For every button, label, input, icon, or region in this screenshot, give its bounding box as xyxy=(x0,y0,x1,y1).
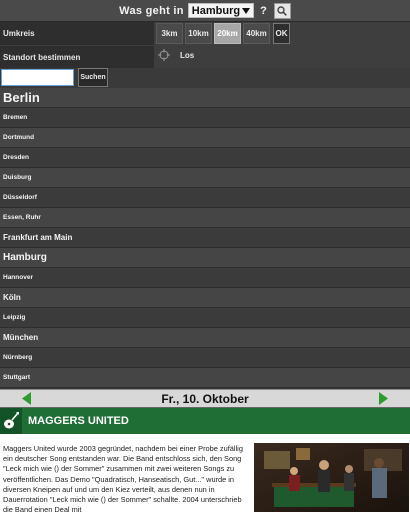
event-photo xyxy=(254,443,409,512)
event-header[interactable]: MAGGERS UNITED xyxy=(0,408,410,434)
radius-buttons: 3km 10km 20km 40km OK xyxy=(156,23,290,44)
city-dropdown[interactable]: Hamburg xyxy=(187,3,255,18)
city-item-muenchen[interactable]: München xyxy=(0,328,410,348)
locate-row[interactable]: Los xyxy=(158,49,194,61)
city-item-frankfurt[interactable]: Frankfurt am Main xyxy=(0,228,410,248)
city-list: Berlin Bremen Dortmund Dresden Duisburg … xyxy=(0,88,410,388)
radius-40km-button[interactable]: 40km xyxy=(243,23,270,44)
radius-panel: 3km 10km 20km 40km OK Los xyxy=(154,22,410,68)
city-item-stuttgart[interactable]: Stuttgart xyxy=(0,368,410,388)
crosshair-icon[interactable] xyxy=(158,49,170,61)
city-item-hamburg[interactable]: Hamburg xyxy=(0,248,410,268)
suchen-button[interactable]: Suchen xyxy=(78,68,108,87)
current-date: Fr., 10. Oktober xyxy=(161,391,249,406)
city-item-essen[interactable]: Essen, Ruhr xyxy=(0,208,410,228)
arrow-left-icon[interactable] xyxy=(22,392,31,405)
date-bar: Fr., 10. Oktober xyxy=(0,389,410,408)
city-item-dortmund[interactable]: Dortmund xyxy=(0,128,410,148)
city-dropdown-value: Hamburg xyxy=(191,4,241,17)
city-item-leipzig[interactable]: Leipzig xyxy=(0,308,410,328)
caret-down-icon xyxy=(242,7,251,14)
guitar-icon xyxy=(0,408,22,434)
radius-ok-button[interactable]: OK xyxy=(273,23,290,44)
city-item-dresden[interactable]: Dresden xyxy=(0,148,410,168)
event-description: Maggers United wurde 2003 gegründet, nac… xyxy=(3,444,243,512)
city-item-duisburg[interactable]: Duisburg xyxy=(0,168,410,188)
radius-20km-button[interactable]: 20km xyxy=(214,23,241,44)
city-item-koeln[interactable]: Köln xyxy=(0,288,410,308)
umkreis-panel: Umkreis Standort bestimmen xyxy=(0,22,154,68)
city-item-hannover[interactable]: Hannover xyxy=(0,268,410,288)
header-question: Was geht in xyxy=(119,4,184,17)
header-question-mark: ? xyxy=(260,4,267,17)
city-item-nuernberg[interactable]: Nürnberg xyxy=(0,348,410,368)
umkreis-label: Umkreis xyxy=(3,29,35,38)
search-row: Suchen xyxy=(0,68,410,88)
locate-label: Standort bestimmen xyxy=(0,45,154,68)
event-title: MAGGERS UNITED xyxy=(28,415,129,427)
event-body: Maggers United wurde 2003 gegründet, nac… xyxy=(0,434,410,512)
search-icon xyxy=(277,5,288,16)
city-item-berlin[interactable]: Berlin xyxy=(0,88,410,108)
locate-go-button[interactable]: Los xyxy=(180,51,194,60)
radius-3km-button[interactable]: 3km xyxy=(156,23,183,44)
arrow-right-icon[interactable] xyxy=(379,392,388,405)
header-bar: Was geht in Hamburg ? xyxy=(0,0,410,22)
radius-10km-button[interactable]: 10km xyxy=(185,23,212,44)
city-item-bremen[interactable]: Bremen xyxy=(0,108,410,128)
search-input[interactable] xyxy=(1,69,74,86)
header-search-button[interactable] xyxy=(273,2,291,19)
city-item-duesseldorf[interactable]: Düsseldorf xyxy=(0,188,410,208)
